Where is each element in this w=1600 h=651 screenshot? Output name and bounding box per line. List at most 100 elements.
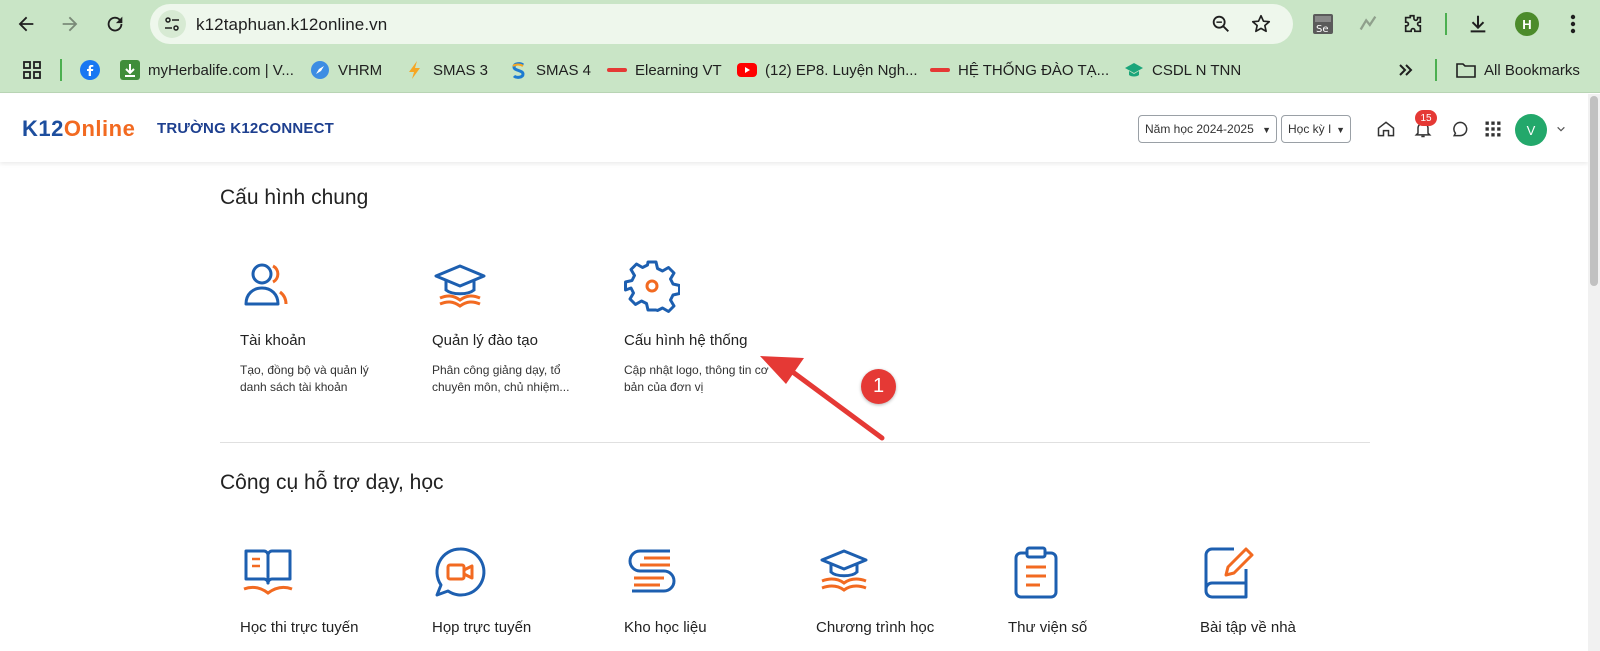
bookmark-item[interactable]: VHRM	[310, 58, 382, 82]
selenium-extension-icon[interactable]: Se	[1310, 11, 1336, 37]
bookmarks-divider	[60, 59, 62, 81]
card-title: Họp trực tuyến	[432, 619, 532, 636]
card-homework[interactable]: Bài tập về nhà	[1200, 545, 1370, 636]
star-icon[interactable]	[1250, 13, 1272, 35]
folder-icon	[1456, 60, 1476, 80]
bookmark-item[interactable]: (12) EP8. Luyện Ngh...	[737, 58, 918, 82]
card-title: Thư viện số	[1008, 619, 1088, 636]
users-icon	[244, 263, 288, 306]
card-description: Tạo, đồng bộ và quản lý danh sách tài kh…	[240, 363, 369, 394]
graduation-cap-icon	[434, 264, 486, 308]
herbalife-icon	[120, 60, 140, 80]
k12online-logo[interactable]: K12Online	[22, 116, 135, 142]
viettel-icon	[607, 60, 627, 80]
library-icon	[628, 549, 676, 593]
bookmark-facebook[interactable]	[80, 58, 108, 82]
svg-text:Se: Se	[1316, 24, 1329, 35]
extensions-puzzle-icon[interactable]	[1400, 11, 1426, 37]
bookmark-item[interactable]: myHerbalife.com | V...	[120, 58, 294, 82]
bookmark-label: SMAS 3	[433, 61, 489, 79]
section-divider	[220, 442, 1370, 443]
notification-badge: 15	[1415, 110, 1437, 126]
user-avatar[interactable]: V	[1515, 114, 1547, 146]
apps-grid-icon[interactable]	[22, 58, 42, 82]
chat-icon[interactable]	[1450, 119, 1470, 139]
card-description: Cập nhật logo, thông tin cơ bản của đơn …	[624, 363, 769, 394]
card-resource-library[interactable]: Kho học liệu	[624, 545, 794, 636]
card-title: Cấu hình hệ thống	[624, 332, 748, 349]
section-title-teaching-tools: Công cụ hỗ trợ dạy, học	[220, 471, 444, 494]
gear-icon	[624, 260, 681, 313]
logo-online-text: Online	[63, 116, 136, 141]
card-description: Phân công giảng dạy, tổ chuyên môn, chủ …	[432, 363, 570, 394]
card-title: Chương trình học	[816, 619, 935, 636]
card-title: Kho học liệu	[624, 619, 707, 636]
annotation-marker: 1	[861, 369, 896, 404]
bookmark-label: HỆ THỐNG ĐÀO TẠ...	[958, 61, 1110, 79]
graduation-icon	[1124, 60, 1144, 80]
bookmark-label: VHRM	[338, 61, 383, 79]
arrow-left-icon	[18, 16, 34, 32]
card-accounts[interactable]: Tài khoản Tạo, đồng bộ và quản lý danh s…	[240, 258, 410, 394]
profile-avatar[interactable]: H	[1515, 12, 1539, 36]
card-online-exam[interactable]: Học thi trực tuyến	[240, 545, 410, 636]
card-title: Tài khoản	[240, 332, 306, 349]
school-year-value: Năm học 2024-2025	[1145, 122, 1254, 136]
viettel-icon	[930, 60, 950, 80]
reload-icon	[107, 16, 123, 32]
all-bookmarks-button[interactable]: All Bookmarks	[1456, 58, 1580, 82]
arrow-right-icon	[62, 16, 78, 32]
toolbar-divider	[1445, 13, 1447, 35]
reload-button[interactable]	[99, 8, 131, 40]
apps-icon[interactable]	[1483, 119, 1503, 139]
section-title-general-config: Cấu hình chung	[220, 186, 369, 209]
card-title: Bài tập về nhà	[1200, 619, 1296, 636]
forward-button[interactable]	[54, 8, 86, 40]
home-icon[interactable]	[1376, 119, 1396, 139]
clipboard-icon	[1014, 546, 1058, 599]
url-text: k12taphuan.k12online.vn	[196, 15, 388, 34]
more-menu-icon[interactable]	[1560, 11, 1586, 37]
school-year-select[interactable]: Năm học 2024-2025 ▼	[1138, 115, 1277, 143]
chevron-down-icon[interactable]	[1555, 119, 1567, 139]
bookmark-label: CSDL N TNN	[1152, 61, 1242, 79]
card-training-management[interactable]: Quản lý đào tạo Phân công giảng dạy, tổ …	[432, 258, 602, 394]
bookmarks-divider	[1435, 59, 1437, 81]
card-curriculum[interactable]: Chương trình học	[816, 545, 986, 636]
bolt-icon	[405, 60, 425, 80]
download-icon[interactable]	[1465, 11, 1491, 37]
school-name: TRƯỜNG K12CONNECT	[157, 120, 334, 137]
bookmark-item[interactable]: SMAS 4	[508, 58, 591, 82]
card-online-meeting[interactable]: Họp trực tuyến	[432, 545, 602, 636]
compass-icon	[310, 60, 330, 80]
extension-bolt-icon[interactable]	[1355, 11, 1381, 37]
bookmark-item[interactable]: HỆ THỐNG ĐÀO TẠ...	[930, 58, 1109, 82]
term-value: Học kỳ I	[1288, 122, 1332, 136]
bookmark-item[interactable]: SMAS 3	[405, 58, 488, 82]
card-title: Quản lý đào tạo	[432, 332, 538, 349]
page-scrollbar[interactable]	[1588, 94, 1600, 651]
card-digital-library[interactable]: Thư viện số	[1008, 545, 1178, 636]
bookmarks-overflow-icon[interactable]	[1398, 58, 1414, 82]
back-button[interactable]	[10, 8, 42, 40]
browser-toolbar: k12taphuan.k12online.vn Se H	[0, 0, 1600, 47]
all-bookmarks-label: All Bookmarks	[1484, 61, 1580, 79]
youtube-icon	[737, 60, 757, 80]
book-icon	[243, 549, 293, 595]
bookmark-item[interactable]: Elearning VT	[607, 58, 722, 82]
term-select[interactable]: Học kỳ I ▼	[1281, 115, 1351, 143]
zoom-icon[interactable]	[1210, 13, 1232, 35]
site-settings-icon[interactable]	[158, 10, 186, 38]
address-bar[interactable]: k12taphuan.k12online.vn	[150, 4, 1293, 44]
bookmark-label: Elearning VT	[635, 61, 722, 79]
bookmark-label: (12) EP8. Luyện Ngh...	[765, 61, 918, 79]
video-chat-icon	[435, 547, 486, 597]
bookmark-item[interactable]: CSDL N TNN	[1124, 58, 1241, 82]
scrollbar-thumb[interactable]	[1590, 96, 1598, 286]
facebook-icon	[80, 60, 100, 80]
chevron-down-icon: ▼	[1336, 125, 1345, 135]
bookmark-label: myHerbalife.com | V...	[148, 61, 294, 79]
card-title: Học thi trực tuyến	[240, 619, 359, 636]
card-system-config[interactable]: Cấu hình hệ thống Cập nhật logo, thông t…	[624, 258, 794, 394]
chevron-down-icon: ▼	[1262, 125, 1271, 135]
